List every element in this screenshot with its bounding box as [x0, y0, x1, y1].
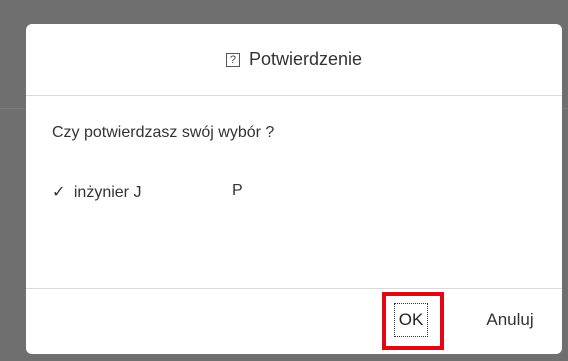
dialog-header: ? Potwierdzenie [26, 24, 562, 96]
choice-extra: P [232, 182, 243, 199]
selected-choice: ✓ inżynier J P [52, 182, 243, 202]
help-icon: ? [225, 52, 240, 67]
confirmation-question: Czy potwierdzasz swój wybór ? [52, 124, 275, 141]
dialog-title: Potwierdzenie [248, 49, 363, 69]
choice-name: inżynier J [73, 184, 142, 201]
dialog-body: Czy potwierdzasz swój wybór ? ✓ inżynier… [26, 96, 562, 286]
cancel-button[interactable]: Anuluj [470, 303, 550, 337]
checkmark-icon: ✓ [52, 184, 66, 201]
dialog-footer: OK Anuluj [26, 288, 562, 354]
confirmation-dialog: ? Potwierdzenie Czy potwierdzasz swój wy… [26, 24, 562, 354]
ok-button[interactable]: OK [394, 303, 428, 337]
